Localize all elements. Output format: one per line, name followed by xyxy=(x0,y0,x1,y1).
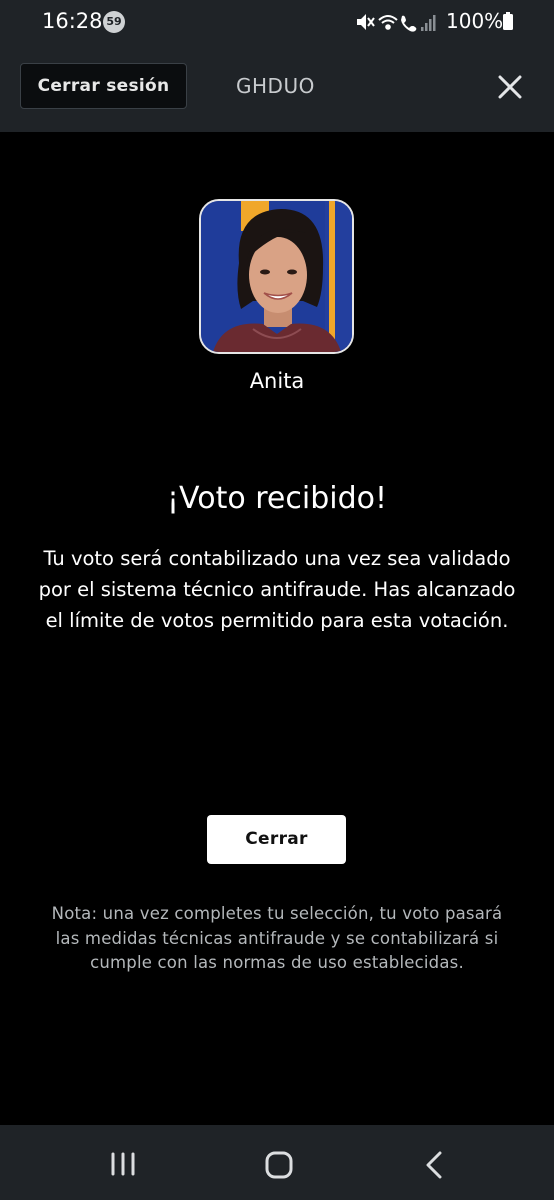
contestant-photo xyxy=(201,201,352,352)
wifi-calling-icon: 2 xyxy=(401,15,417,33)
logout-button[interactable]: Cerrar sesión xyxy=(20,63,187,109)
home-icon[interactable] xyxy=(265,1151,293,1179)
close-button[interactable]: Cerrar xyxy=(207,815,346,864)
battery-icon xyxy=(503,12,513,30)
header-username: GHDUO xyxy=(236,74,315,98)
notification-count-badge: 59 xyxy=(103,11,125,33)
svg-text:2: 2 xyxy=(411,25,415,33)
mute-icon xyxy=(357,14,375,30)
status-bar: 16:28 59 2 100% xyxy=(0,0,554,44)
app-header: Cerrar sesión GHDUO xyxy=(0,44,554,132)
battery-percentage: 100% xyxy=(446,9,504,33)
confirmation-message: Tu voto será contabilizado una vez sea v… xyxy=(38,547,516,632)
recents-icon[interactable] xyxy=(109,1152,137,1176)
wifi-icon xyxy=(378,15,398,30)
disclaimer-note: Nota: una vez completes tu selección, tu… xyxy=(51,904,503,972)
status-time: 16:28 xyxy=(42,9,103,33)
status-icons: 2 xyxy=(357,14,436,33)
contestant-name: Anita xyxy=(249,369,305,393)
confirmation-title: ¡Voto recibido! xyxy=(167,481,387,516)
contestant-avatar xyxy=(199,199,354,354)
back-icon[interactable] xyxy=(425,1151,443,1179)
close-icon[interactable] xyxy=(497,74,523,100)
nav-bar xyxy=(0,1125,554,1200)
signal-icon xyxy=(421,15,436,31)
